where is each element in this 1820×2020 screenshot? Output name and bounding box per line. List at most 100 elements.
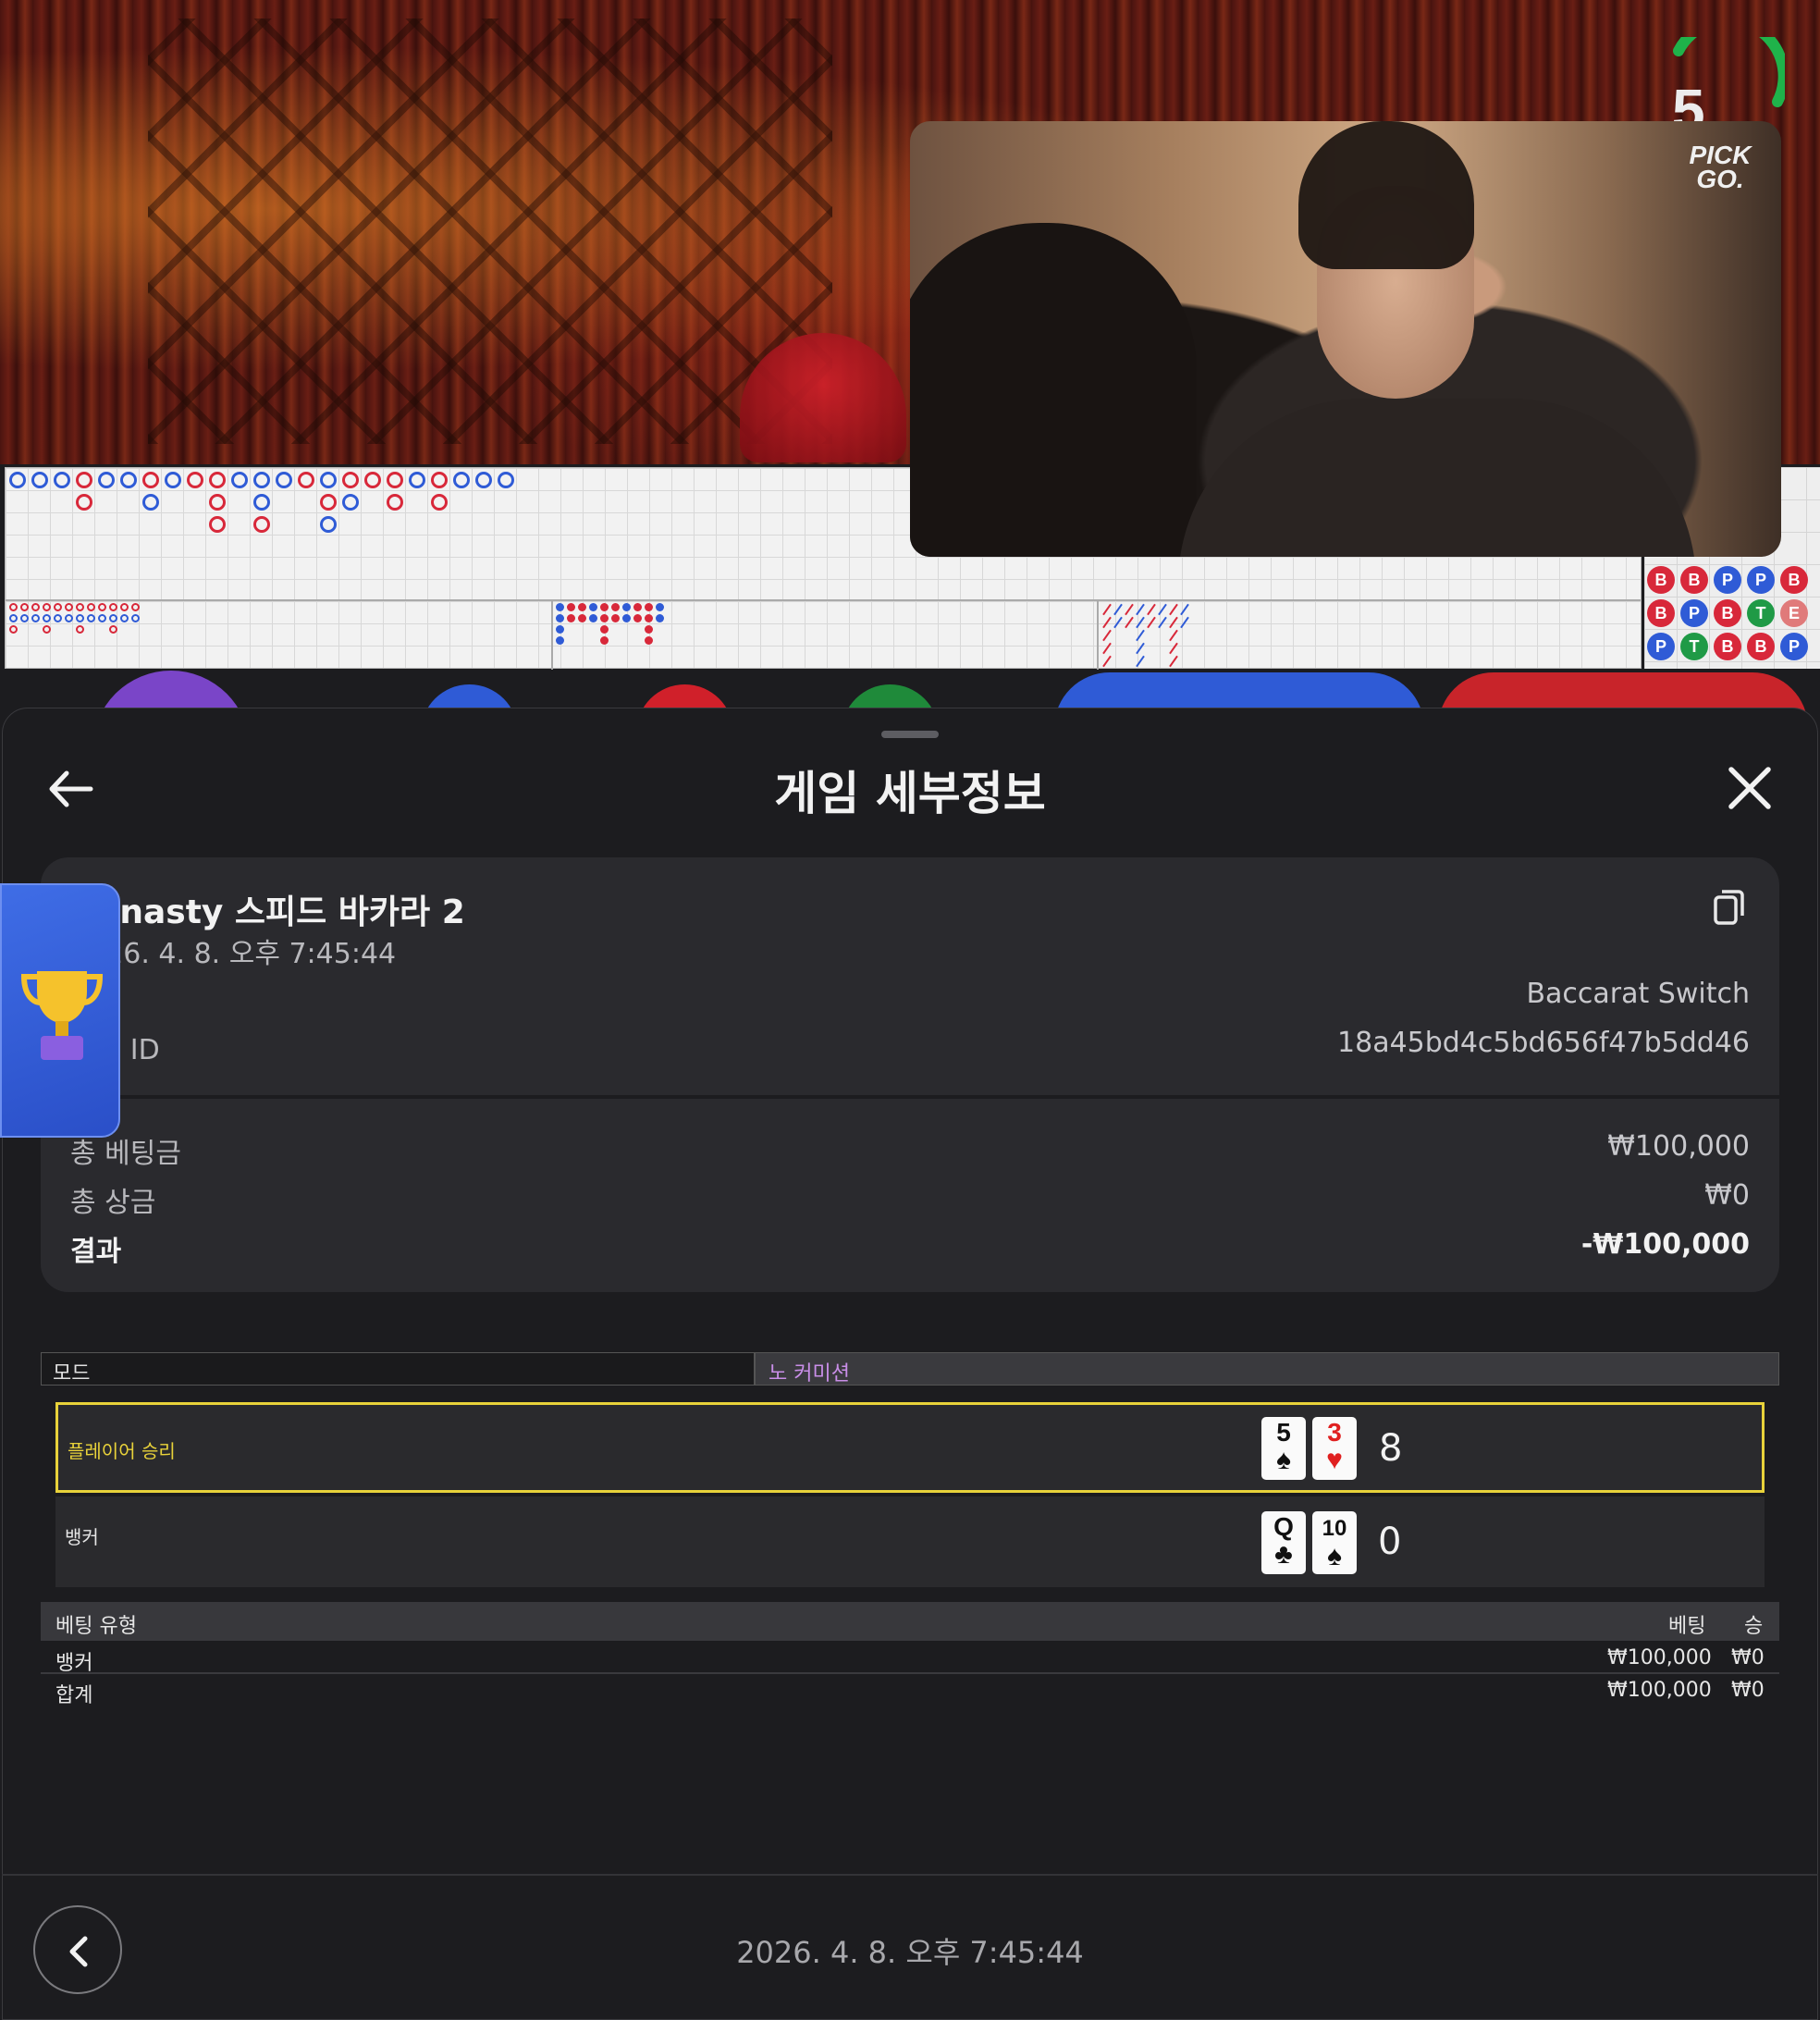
roadmap-mark — [578, 603, 586, 611]
roadmap-mark — [611, 603, 620, 611]
trophy-icon — [20, 971, 104, 1060]
bead-plate-cell: P — [1647, 633, 1675, 660]
footer-divider — [2, 1874, 1818, 1876]
roadmap-mark — [54, 603, 62, 611]
roadmap-mark — [611, 614, 620, 622]
roadmap-mark — [320, 472, 337, 488]
roadmap-mark — [578, 614, 586, 622]
logo-line2: GO. — [1696, 165, 1744, 193]
roadmap-mark — [633, 603, 642, 611]
roadmap-mark — [87, 603, 95, 611]
result-label: 결과 — [70, 1236, 122, 1268]
row-divider — [41, 1672, 1779, 1674]
roadmap-divider — [1097, 599, 1099, 670]
roadmap-mark — [109, 614, 117, 622]
roadmap-mark — [253, 494, 270, 511]
playing-card: Q ♣ — [1261, 1511, 1306, 1574]
bet-type-cell: 합계 — [55, 1684, 93, 1707]
roadmap-mark — [387, 472, 403, 488]
bead-plate-cell: B — [1780, 566, 1808, 594]
roadmap-mark — [387, 494, 403, 511]
banker-hand-name: 뱅커 — [65, 1526, 99, 1548]
pickgo-logo: PICK GO. — [1679, 142, 1762, 193]
card-rank: Q — [1273, 1512, 1294, 1541]
roadmap-mark — [76, 494, 92, 511]
copy-icon — [1714, 890, 1744, 925]
player-hand-row: 플레이어 승리 5 ♠ 3 ♥ 8 — [55, 1402, 1765, 1493]
roadmap-mark — [131, 614, 140, 622]
roadmap-mark — [76, 603, 84, 611]
bead-plate-cell: T — [1680, 633, 1708, 660]
roadmap-mark — [622, 603, 631, 611]
decorative-lattice — [148, 18, 832, 444]
roadmap-mark — [9, 614, 18, 622]
roadmap-mark — [1102, 616, 1112, 629]
bead-plate-cell: T — [1747, 599, 1775, 627]
roadmap-mark — [320, 494, 337, 511]
roadmap-mark — [645, 636, 653, 645]
close-button[interactable] — [1726, 764, 1774, 812]
roadmap-mark — [1169, 655, 1178, 668]
roadmap-mark — [475, 472, 492, 488]
roadmap-mark — [1136, 616, 1145, 629]
roadmap-mark — [31, 603, 40, 611]
roadmap-mark — [31, 614, 40, 622]
bead-plate-cell: B — [1747, 633, 1775, 660]
roadmap-mark — [1113, 603, 1123, 616]
roadmap-mark — [600, 636, 609, 645]
roadmap-mark — [1102, 642, 1112, 655]
roadmap-mark — [209, 494, 226, 511]
roadmap-mark — [54, 614, 62, 622]
roadmap-mark — [1125, 603, 1134, 616]
roadmap-mark — [98, 603, 106, 611]
copy-button[interactable] — [1713, 888, 1746, 927]
roadmap-mark — [656, 603, 664, 611]
card-rank: 3 — [1327, 1418, 1342, 1447]
roadmap-mark — [342, 494, 359, 511]
roadmap-mark — [1169, 603, 1178, 616]
roadmap-mark — [1102, 655, 1112, 668]
playing-card: 3 ♥ — [1312, 1417, 1357, 1480]
roadmap-mark — [431, 494, 448, 511]
bets-table-header: 베팅 유형 베팅 승 — [41, 1602, 1779, 1641]
bead-plate-cell: E — [1780, 599, 1808, 627]
roadmap-mark — [43, 603, 51, 611]
roadmap-mark — [622, 614, 631, 622]
roadmap-mark — [31, 472, 48, 488]
roadmap-mark — [656, 614, 664, 622]
win-amount-cell: ₩0 — [1731, 1679, 1765, 1702]
roadmap-mark — [1136, 642, 1145, 655]
roadmap-mark — [431, 472, 448, 488]
roadmap-mark — [76, 472, 92, 488]
roadmap-mark — [9, 472, 26, 488]
roadmap-mark — [1136, 629, 1145, 642]
roadmap-mark — [1113, 616, 1123, 629]
roadmap-mark — [9, 625, 18, 634]
picture-in-picture-video[interactable] — [910, 121, 1781, 557]
roadmap-mark — [76, 625, 84, 634]
page-title: 게임 세부정보 — [774, 767, 1046, 820]
roadmap-mark — [276, 472, 292, 488]
playing-card: 5 ♠ — [1261, 1417, 1306, 1480]
bead-plate-cell: B — [1714, 633, 1741, 660]
roadmap-mark — [589, 614, 597, 622]
roadmap-mark — [54, 472, 70, 488]
win-amount-cell: ₩0 — [1731, 1646, 1765, 1669]
close-icon — [1728, 767, 1771, 809]
roadmap-mark — [556, 603, 564, 611]
roadmap-mark — [9, 603, 18, 611]
achievement-widget[interactable] — [0, 883, 120, 1138]
card-divider — [41, 1095, 1779, 1099]
sheet-drag-handle[interactable] — [881, 731, 939, 738]
game-id-value[interactable]: 18a45bd4c5bd656f47b5dd46 — [1337, 1027, 1750, 1059]
spade-icon: ♠ — [1276, 1445, 1291, 1475]
game-title: Dynasty 스피드 바카라 2 — [70, 893, 465, 931]
roadmap-mark — [556, 636, 564, 645]
roadmap-mark — [165, 472, 181, 488]
roadmap-mark — [87, 614, 95, 622]
banker-score: 0 — [1378, 1521, 1402, 1563]
roadmap-mark — [209, 516, 226, 533]
roadmap-mark — [1136, 655, 1145, 668]
roadmap-mark — [120, 603, 129, 611]
roadmap-divider — [551, 599, 553, 670]
